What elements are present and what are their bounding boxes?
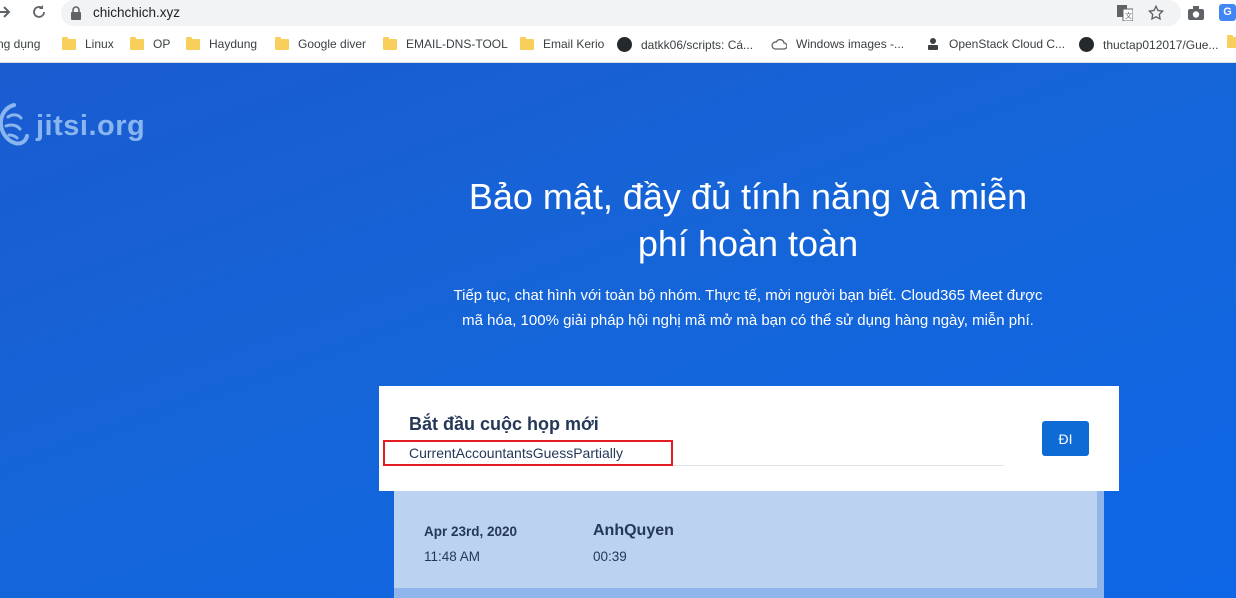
- address-bar[interactable]: chichchich.xyz 文: [61, 0, 1181, 26]
- camera-icon[interactable]: [1187, 5, 1205, 21]
- welcome-hero: jitsi.org Bảo mật, đầy đủ tính năng và m…: [0, 63, 1236, 598]
- bookmark-linux[interactable]: Linux: [62, 36, 114, 51]
- highlight-box: [383, 440, 673, 466]
- bookmark-email-kerio[interactable]: Email Kerio: [520, 36, 605, 51]
- folder-icon: [130, 36, 144, 50]
- folder-icon: [275, 36, 289, 50]
- bookmark-label: Email Kerio: [543, 37, 605, 51]
- bookmark-openstack[interactable]: OpenStack Cloud C...: [926, 37, 1065, 51]
- extension-icon[interactable]: G: [1219, 4, 1236, 21]
- bookmark-label: thuctap012017/Gue...: [1103, 37, 1219, 52]
- bookmark-label: OP: [153, 37, 171, 51]
- meeting-time: 11:48 AM: [424, 549, 481, 564]
- new-meeting-label: Bắt đầu cuộc họp mới: [409, 414, 599, 434]
- recent-meetings-panel: Apr 23rd, 2020 11:48 AM AnhQuyen 00:39: [394, 491, 1104, 598]
- title-line: Bảo mật, đầy đủ tính năng và miễn: [468, 176, 1028, 217]
- cloud-icon: [771, 38, 787, 50]
- new-meeting-card: Bắt đầu cuộc họp mới ĐI: [379, 386, 1119, 491]
- bookmark-google-diver[interactable]: Google diver: [275, 36, 367, 51]
- meeting-duration: 00:39: [593, 549, 627, 564]
- bookmark-apps[interactable]: ng dụng: [0, 37, 40, 51]
- page-title: Bảo mật, đầy đủ tính năng và miễn phí ho…: [420, 173, 1076, 267]
- folder-icon: [1227, 35, 1236, 48]
- bookmark-label: Haydung: [209, 37, 258, 51]
- bookmark-label: EMAIL-DNS-TOOL: [406, 37, 508, 51]
- github-icon: [1079, 37, 1094, 52]
- jitsi-logo[interactable]: jitsi.org: [0, 99, 145, 153]
- bookmark-op[interactable]: OP: [130, 36, 171, 51]
- subtitle-line: mã hóa, 100% giải pháp hội nghị mã mở mà…: [462, 312, 1034, 329]
- bookmark-windows-images[interactable]: Windows images -...: [771, 37, 904, 51]
- meeting-room-name: AnhQuyen: [593, 522, 674, 539]
- jitsi-logo-icon: [0, 103, 29, 146]
- url-text[interactable]: chichchich.xyz: [93, 5, 180, 20]
- bookmark-label: ng dụng: [0, 37, 41, 51]
- browser-toolbar: chichchich.xyz 文 G: [0, 0, 1236, 27]
- bookmarks-bar: ng dụng Linux OP Haydung Google diver EM…: [0, 27, 1236, 63]
- logo-text: jitsi.org: [36, 109, 146, 142]
- lock-icon[interactable]: [70, 6, 82, 20]
- meeting-date: Apr 23rd, 2020: [424, 524, 518, 539]
- svg-text:文: 文: [1125, 11, 1132, 20]
- translate-icon[interactable]: 文: [1117, 5, 1133, 21]
- bookmark-star-icon[interactable]: [1147, 4, 1165, 22]
- github-icon: [617, 37, 632, 52]
- forward-arrow-icon[interactable]: [0, 4, 12, 20]
- folder-icon: [186, 36, 200, 50]
- reload-icon[interactable]: [31, 4, 47, 20]
- page-subtitle: Tiếp tục, chat hình với toàn bộ nhóm. Th…: [410, 283, 1086, 333]
- title-line: phí hoàn toàn: [637, 223, 859, 264]
- bookmark-label: Google diver: [298, 37, 367, 51]
- bookmark-label: OpenStack Cloud C...: [949, 37, 1066, 51]
- bookmark-datkk06-scripts[interactable]: datkk06/scripts: Cá...: [617, 37, 753, 52]
- recent-meeting-item[interactable]: Apr 23rd, 2020 11:48 AM AnhQuyen 00:39: [394, 491, 1097, 588]
- go-button[interactable]: ĐI: [1042, 421, 1089, 456]
- bookmark-thuctap[interactable]: thuctap012017/Gue...: [1079, 37, 1218, 52]
- bookmark-label: datkk06/scripts: Cá...: [641, 37, 754, 52]
- bookmark-label: Windows images -...: [796, 37, 905, 51]
- subtitle-line: Tiếp tục, chat hình với toàn bộ nhóm. Th…: [453, 287, 1043, 304]
- bookmark-label: Linux: [85, 37, 114, 51]
- folder-icon: [520, 36, 534, 50]
- folder-icon: [383, 36, 397, 50]
- bookmark-overflow[interactable]: [1227, 35, 1236, 48]
- folder-icon: [62, 36, 76, 50]
- bookmark-email-dns-tool[interactable]: EMAIL-DNS-TOOL: [383, 36, 508, 51]
- openstack-icon: [928, 38, 938, 50]
- bookmark-haydung[interactable]: Haydung: [186, 36, 258, 51]
